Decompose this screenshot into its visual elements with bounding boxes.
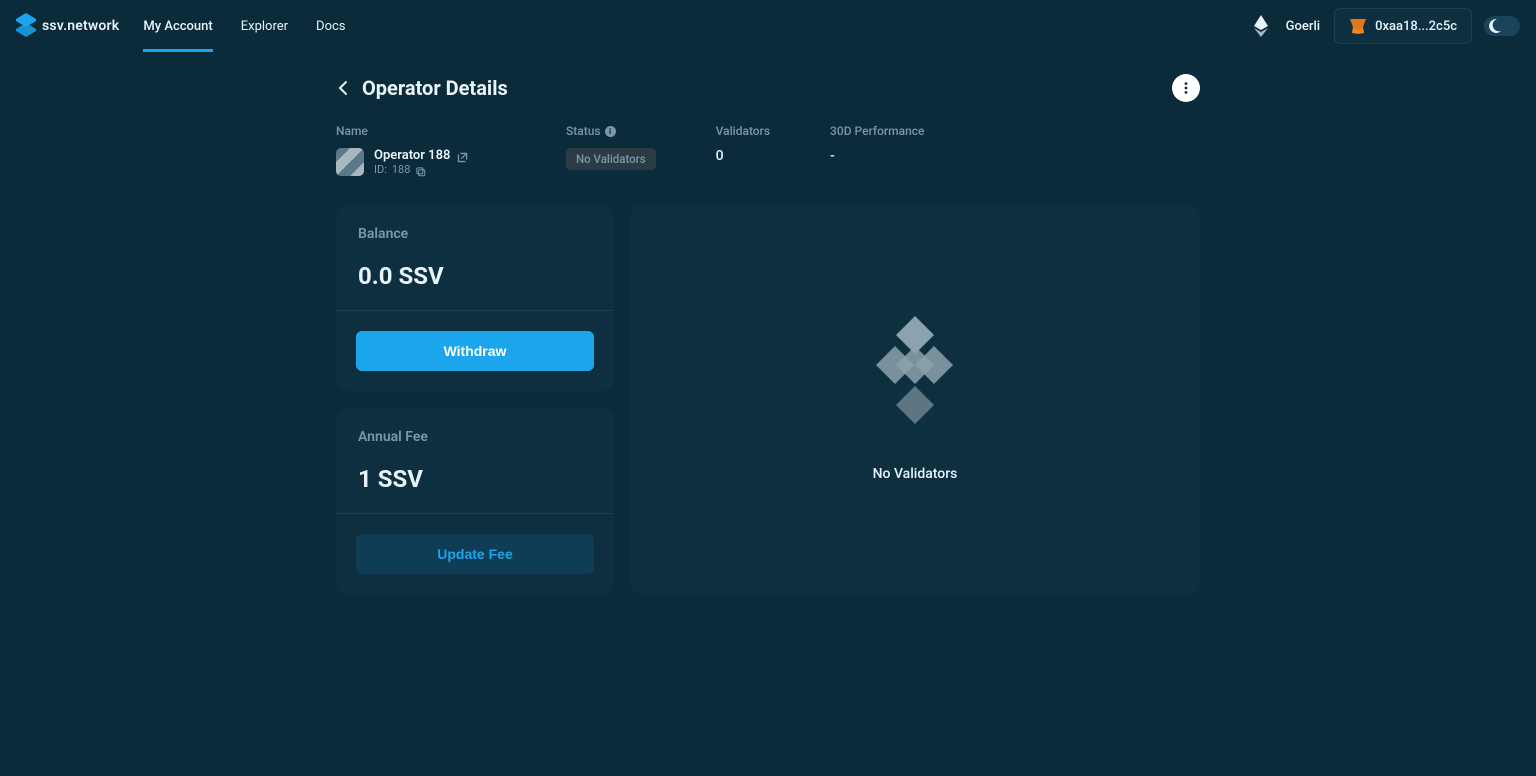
theme-toggle[interactable] [1484,16,1520,36]
nav-docs[interactable]: Docs [316,0,345,52]
stat-status: Status i No Validators [566,124,656,170]
performance-value: - [830,148,924,164]
operator-stats-row: Name Operator 188 ID: 188 [336,124,1200,176]
back-arrow-icon[interactable] [336,80,352,96]
copy-icon[interactable] [415,163,428,176]
balance-value: 0.0 SSV [358,262,592,290]
wallet-address: 0xaa18...2c5c [1375,19,1457,34]
external-link-icon[interactable] [456,149,469,162]
kebab-icon [1179,81,1193,95]
page-title: Operator Details [362,76,508,100]
stat-validators: Validators 0 [716,124,770,164]
fee-title: Annual Fee [358,429,592,445]
brand-logo-wrap[interactable]: ssv.network [16,13,119,39]
validators-count: 0 [716,148,770,164]
ethereum-icon [1254,15,1268,37]
status-badge: No Validators [566,148,656,170]
validators-panel: No Validators [630,204,1200,594]
network-indicator[interactable]: Goerli [1254,15,1320,37]
stat-name: Name Operator 188 ID: 188 [336,124,506,176]
update-fee-button[interactable]: Update Fee [356,534,594,574]
metamask-icon [1349,17,1367,35]
nav-link-label: Explorer [241,19,288,34]
info-icon[interactable]: i [605,126,616,137]
operator-name: Operator 188 [374,148,450,163]
balance-card: Balance 0.0 SSV Withdraw [336,204,614,391]
brand-name: ssv.network [42,18,119,34]
nav-my-account[interactable]: My Account [143,0,212,52]
empty-validators-icon [876,316,954,426]
nav-link-label: Docs [316,19,345,34]
nav-links: My Account Explorer Docs [143,0,345,52]
balance-title: Balance [358,226,592,242]
ssv-logo-icon [16,13,36,39]
network-label: Goerli [1286,19,1320,34]
fee-card: Annual Fee 1 SSV Update Fee [336,407,614,594]
stat-label-status: Status i [566,124,656,138]
withdraw-button[interactable]: Withdraw [356,331,594,371]
operator-id-prefix: ID: [374,163,387,176]
stat-label-status-text: Status [566,124,601,138]
wallet-button[interactable]: 0xaa18...2c5c [1334,8,1472,44]
nav-explorer[interactable]: Explorer [241,0,288,52]
operator-id: 188 [392,163,411,176]
stat-label-validators: Validators [716,124,770,138]
top-nav: ssv.network My Account Explorer Docs Goe… [0,0,1536,52]
moon-icon [1486,18,1502,34]
empty-validators-text: No Validators [873,466,958,482]
stat-label-name: Name [336,124,506,138]
stat-performance: 30D Performance - [830,124,924,164]
operator-avatar [336,148,364,176]
stat-label-performance: 30D Performance [830,124,924,138]
fee-value: 1 SSV [358,465,592,493]
nav-link-label: My Account [143,19,212,34]
page-header: Operator Details [336,74,1200,102]
more-actions-button[interactable] [1172,74,1200,102]
